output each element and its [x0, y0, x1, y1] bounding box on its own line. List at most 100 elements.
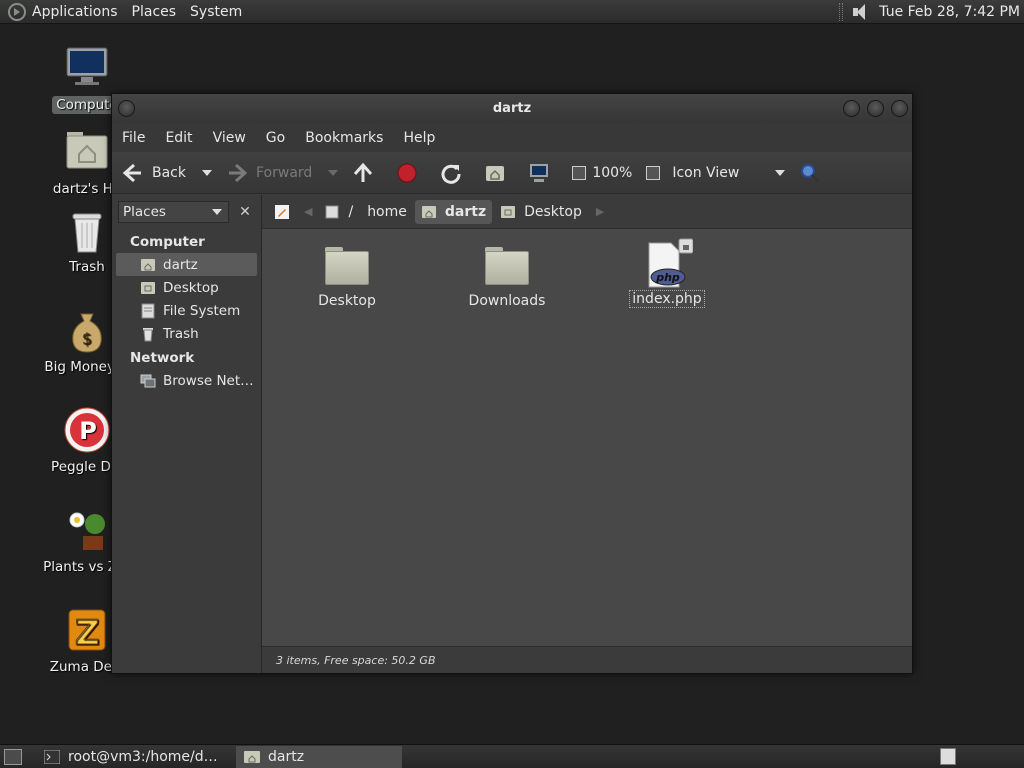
menu-logo-icon[interactable] [8, 2, 26, 21]
path-root[interactable]: / [318, 200, 359, 224]
bottom-panel: root@vm3:/home/d… dartz [0, 744, 1024, 768]
folder-icon [325, 247, 369, 285]
sidebar-item-label: Trash [163, 325, 199, 342]
edit-location-button[interactable] [268, 200, 296, 224]
sidebar-item-file-system[interactable]: File System [112, 299, 261, 322]
forward-arrow-icon [226, 162, 248, 184]
forward-button[interactable]: Forward [226, 162, 339, 184]
window-menu-button[interactable] [118, 100, 135, 117]
sidebar-item-desktop[interactable]: Desktop [112, 276, 261, 299]
computer-icon [528, 162, 550, 184]
window-title: dartz [492, 101, 532, 116]
desktop-icon-label: Trash [69, 259, 105, 275]
show-desktop-icon[interactable] [4, 748, 22, 765]
toolbar: Back Forward 100% Icon View [112, 152, 912, 194]
path-scroll-right-icon[interactable]: ▶ [596, 205, 604, 218]
trash-icon [63, 206, 111, 254]
home-icon [140, 257, 156, 273]
workspace-switcher[interactable] [940, 748, 956, 765]
stop-button[interactable] [396, 162, 426, 184]
system-menu[interactable]: System [190, 4, 242, 20]
zoom-out-button[interactable]: 100% [572, 165, 632, 181]
menu-go[interactable]: Go [266, 130, 285, 146]
sidebar-item-label: File System [163, 302, 241, 319]
menu-help[interactable]: Help [403, 130, 435, 146]
path-label: home [367, 203, 407, 220]
stop-icon [396, 162, 418, 184]
home-icon [421, 205, 436, 218]
path-home[interactable]: home [361, 200, 413, 224]
folder-icon [485, 247, 529, 285]
zuma-icon: Z [63, 606, 111, 654]
zoom-in-button[interactable]: Icon View [646, 165, 786, 181]
path-label: dartz [444, 203, 487, 220]
menu-edit[interactable]: Edit [165, 130, 192, 146]
path-label: / [348, 203, 354, 220]
chevron-down-icon [212, 209, 222, 215]
taskbar-item-terminal[interactable]: root@vm3:/home/d… [36, 746, 236, 768]
back-history-chevron-icon[interactable] [202, 169, 212, 176]
menu-bookmarks[interactable]: Bookmarks [305, 130, 383, 146]
sidebar-section-network: Network [130, 350, 195, 366]
svg-text:P: P [79, 417, 97, 445]
applications-menu[interactable]: Applications [32, 4, 118, 20]
titlebar[interactable]: dartz [112, 94, 912, 124]
peggle-icon: P [63, 406, 111, 454]
svg-text:Z: Z [75, 613, 100, 653]
zoom-out-icon [572, 165, 587, 180]
up-button[interactable] [352, 162, 382, 184]
back-button[interactable]: Back [122, 162, 212, 184]
icon-view[interactable]: Desktop Downloads php index.php [262, 229, 912, 646]
file-name: Downloads [468, 293, 546, 309]
svg-text:$: $ [82, 329, 92, 348]
home-icon [484, 162, 506, 184]
sidebar-item-dartz[interactable]: dartz [116, 253, 257, 276]
path-dartz[interactable]: dartz [414, 199, 493, 224]
forward-label: Forward [256, 164, 313, 181]
path-scroll-left-icon[interactable]: ◀ [304, 205, 312, 218]
menu-view[interactable]: View [213, 130, 246, 146]
zoom-level: 100% [592, 164, 633, 181]
maximize-button[interactable] [867, 100, 884, 117]
sidebar-selector[interactable]: Places [118, 201, 229, 223]
file-item-index-php[interactable]: php index.php [612, 237, 722, 308]
view-mode-chevron-icon[interactable] [775, 169, 786, 176]
status-bar: 3 items, Free space: 50.2 GB [262, 646, 912, 673]
menubar: File Edit View Go Bookmarks Help [112, 124, 912, 152]
path-desktop[interactable]: Desktop [494, 200, 588, 224]
file-name: Desktop [318, 293, 376, 309]
search-button[interactable] [799, 162, 829, 184]
menu-file[interactable]: File [122, 130, 145, 146]
computer-icon [63, 44, 111, 92]
volume-icon[interactable] [851, 3, 869, 21]
forward-history-chevron-icon[interactable] [328, 169, 339, 176]
status-text: 3 items, Free space: 50.2 GB [276, 653, 436, 667]
sidebar-item-label: Desktop [163, 279, 219, 296]
minimize-button[interactable] [843, 100, 860, 117]
up-arrow-icon [352, 162, 374, 184]
computer-button[interactable] [528, 162, 558, 184]
path-label: Desktop [524, 203, 582, 220]
taskbar-item-file-manager[interactable]: dartz [236, 745, 402, 768]
sidebar-selector-label: Places [123, 204, 166, 220]
terminal-icon [44, 749, 60, 764]
reload-icon [440, 162, 462, 184]
home-button[interactable] [484, 162, 514, 184]
sidebar-item-browse-network[interactable]: Browse Net… [112, 369, 261, 392]
close-button[interactable] [891, 100, 908, 117]
reload-button[interactable] [440, 162, 470, 184]
view-mode[interactable]: Icon View [672, 165, 739, 181]
drive-icon [325, 205, 339, 218]
plants-icon [63, 506, 111, 554]
sidebar-item-trash[interactable]: Trash [112, 322, 261, 345]
pathbar: ◀ / home dartz Desktop ▶ [262, 195, 912, 229]
places-menu[interactable]: Places [132, 4, 177, 20]
clock[interactable]: Tue Feb 28, 7:42 PM [879, 4, 1020, 20]
desktop-folder-icon [140, 280, 156, 296]
main-pane: ◀ / home dartz Desktop ▶ Desktop Downloa… [262, 195, 912, 673]
sidebar: Places ✕ Computer dartz Desktop File Sys… [112, 195, 262, 673]
sidebar-close-icon[interactable]: ✕ [235, 202, 255, 222]
file-item-desktop[interactable]: Desktop [292, 247, 402, 309]
file-item-downloads[interactable]: Downloads [452, 247, 562, 309]
file-manager-window: dartz File Edit View Go Bookmarks Help B… [111, 93, 913, 674]
